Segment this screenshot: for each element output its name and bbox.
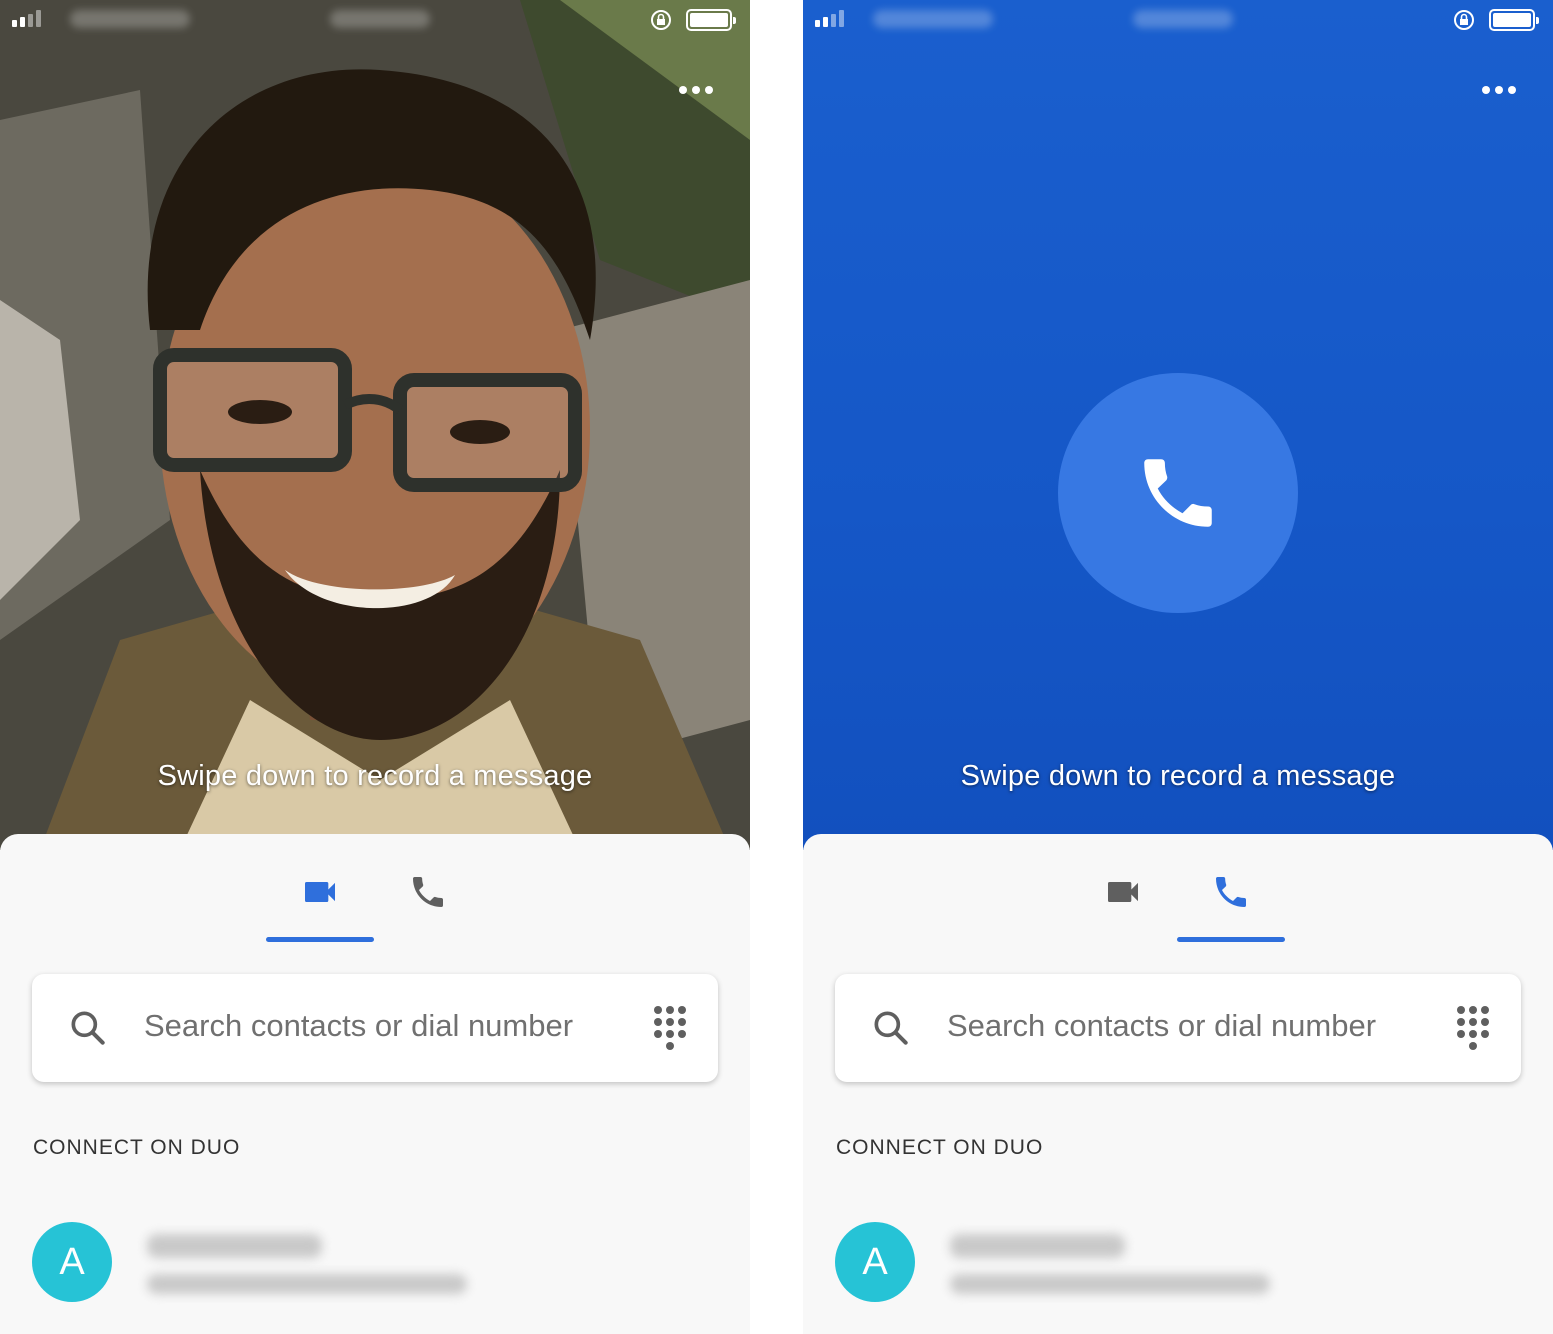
video-call-screen: Swipe down to record a message Search co… bbox=[0, 0, 750, 1334]
avatar: A bbox=[835, 1222, 915, 1302]
status-bar bbox=[0, 0, 750, 40]
more-options-button[interactable] bbox=[1475, 76, 1523, 104]
bottom-sheet: Search contacts or dial number CONNECT O… bbox=[0, 834, 750, 1334]
dialpad-dot bbox=[1457, 1018, 1465, 1026]
dialpad-dot bbox=[1457, 1006, 1465, 1014]
video-camera-icon bbox=[1108, 882, 1138, 902]
tab-voice-call[interactable] bbox=[374, 864, 482, 942]
more-options-button[interactable] bbox=[672, 76, 720, 104]
search-icon bbox=[71, 1011, 105, 1045]
dialpad-dot bbox=[678, 1018, 686, 1026]
section-header: CONNECT ON DUO bbox=[836, 1136, 1044, 1159]
selfie-camera-image bbox=[0, 0, 750, 850]
contact-number-redacted bbox=[950, 1274, 1270, 1294]
rotation-lock-icon bbox=[1454, 10, 1474, 30]
video-camera-icon bbox=[305, 882, 335, 902]
carrier-name-redacted bbox=[70, 10, 190, 28]
dialpad-dot bbox=[1481, 1030, 1489, 1038]
swipe-hint: Swipe down to record a message bbox=[157, 760, 593, 792]
battery-icon bbox=[686, 9, 736, 31]
dialpad-dot bbox=[1469, 1006, 1477, 1014]
signal-strength-icon bbox=[815, 10, 844, 27]
search-icon bbox=[874, 1011, 908, 1045]
phone-icon bbox=[413, 877, 443, 907]
dialpad-dot bbox=[1481, 1018, 1489, 1026]
contact-name-redacted bbox=[950, 1234, 1125, 1258]
swipe-hint: Swipe down to record a message bbox=[960, 760, 1396, 792]
clock-redacted bbox=[330, 10, 430, 28]
contact-list-item[interactable]: A bbox=[835, 1222, 1521, 1302]
voice-call-screen: Swipe down to record a message Search co… bbox=[803, 0, 1553, 1334]
search-input[interactable]: Search contacts or dial number bbox=[947, 1008, 1376, 1044]
search-input[interactable]: Search contacts or dial number bbox=[144, 1008, 573, 1044]
contact-name-redacted bbox=[147, 1234, 322, 1258]
avatar: A bbox=[32, 1222, 112, 1302]
phone-icon bbox=[1144, 459, 1212, 527]
contact-list-item[interactable]: A bbox=[32, 1222, 718, 1302]
call-type-tabs bbox=[803, 864, 1553, 944]
call-type-tabs bbox=[0, 864, 750, 944]
dialpad-icon[interactable] bbox=[1455, 1004, 1491, 1052]
dialpad-dot bbox=[666, 1006, 674, 1014]
clock-redacted bbox=[1133, 10, 1233, 28]
signal-strength-icon bbox=[12, 10, 41, 27]
search-bar[interactable]: Search contacts or dial number bbox=[835, 974, 1521, 1082]
camera-preview bbox=[0, 0, 750, 850]
active-tab-indicator bbox=[266, 937, 374, 942]
dialpad-dot bbox=[1469, 1018, 1477, 1026]
dialpad-dot bbox=[654, 1006, 662, 1014]
dialpad-icon[interactable] bbox=[652, 1004, 688, 1052]
search-bar[interactable]: Search contacts or dial number bbox=[32, 974, 718, 1082]
contact-number-redacted bbox=[147, 1274, 467, 1294]
rotation-lock-icon bbox=[651, 10, 671, 30]
status-bar bbox=[803, 0, 1553, 40]
dialpad-dot bbox=[654, 1018, 662, 1026]
dialpad-dot bbox=[1457, 1030, 1465, 1038]
bottom-sheet: Search contacts or dial number CONNECT O… bbox=[803, 834, 1553, 1334]
dialpad-dot bbox=[1481, 1006, 1489, 1014]
tab-video-call[interactable] bbox=[1069, 864, 1177, 942]
phone-icon bbox=[1216, 877, 1246, 907]
dialpad-dot bbox=[666, 1018, 674, 1026]
tab-voice-call[interactable] bbox=[1177, 864, 1285, 942]
dialpad-dot bbox=[666, 1030, 674, 1038]
dialpad-dot bbox=[678, 1006, 686, 1014]
dialpad-dot bbox=[1469, 1042, 1477, 1050]
dialpad-dot bbox=[666, 1042, 674, 1050]
carrier-name-redacted bbox=[873, 10, 993, 28]
battery-icon bbox=[1489, 9, 1539, 31]
dialpad-dot bbox=[1469, 1030, 1477, 1038]
voice-call-button[interactable] bbox=[1058, 373, 1298, 613]
dialpad-dot bbox=[654, 1030, 662, 1038]
tab-video-call[interactable] bbox=[266, 864, 374, 942]
section-header: CONNECT ON DUO bbox=[33, 1136, 241, 1159]
active-tab-indicator bbox=[1177, 937, 1285, 942]
dialpad-dot bbox=[678, 1030, 686, 1038]
